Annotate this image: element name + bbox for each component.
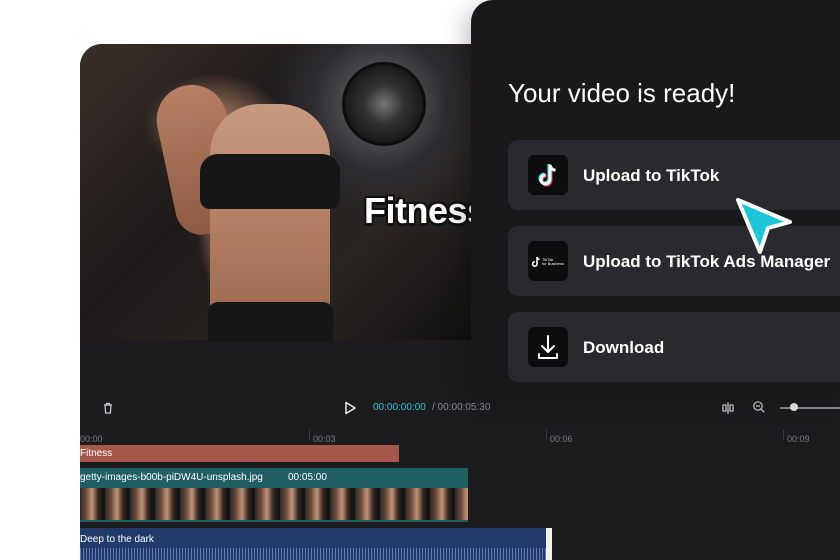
zoom-slider-handle[interactable] xyxy=(790,403,798,411)
ruler-tick xyxy=(546,430,547,440)
audio-waveform xyxy=(80,548,548,560)
panel-title: Your video is ready! xyxy=(508,78,736,108)
video-clip-filename: getty-images-b00b-piDW4U-unsplash.jpg xyxy=(80,472,263,483)
audio-clip-label: Deep to the dark xyxy=(80,534,154,545)
preview-image-top xyxy=(200,154,340,209)
total-time: / 00:00:05:30 xyxy=(432,402,491,413)
download-label: Download xyxy=(583,338,665,357)
tiktok-business-logo-text: TikTok for Business xyxy=(542,257,565,266)
timeline-toolbar: 00:00:00:00 / 00:00:05:30 xyxy=(80,386,840,430)
audio-track-clip[interactable]: Deep to the dark xyxy=(80,528,552,560)
download-icon xyxy=(528,327,568,367)
ruler-label: 00:06 xyxy=(550,434,573,444)
video-preview[interactable]: Fitness xyxy=(80,44,487,342)
zoom-out-icon[interactable] xyxy=(752,400,766,414)
preview-image-dumbbell xyxy=(342,62,426,146)
ruler-tick xyxy=(783,430,784,440)
tiktok-icon xyxy=(528,155,568,195)
split-icon[interactable] xyxy=(720,400,736,416)
ruler-label: 00:00 xyxy=(80,434,103,444)
ruler-tick xyxy=(309,430,310,440)
video-track-clip[interactable]: getty-images-b00b-piDW4U-unsplash.jpg 00… xyxy=(80,468,468,522)
mouse-pointer-icon xyxy=(736,198,792,254)
zoom-slider[interactable] xyxy=(780,407,840,409)
video-filmstrip xyxy=(80,488,468,520)
text-clip-label: Fitness xyxy=(80,448,113,459)
video-clip-duration: 00:05:00 xyxy=(288,472,327,483)
tiktok-business-icon: TikTok for Business xyxy=(528,241,568,281)
play-icon[interactable] xyxy=(342,400,358,416)
ruler-label: 00:03 xyxy=(313,434,336,444)
preview-image-torso xyxy=(210,104,330,324)
preview-caption[interactable]: Fitness xyxy=(364,190,487,232)
download-button[interactable]: Download xyxy=(508,312,840,382)
preview-image-shorts xyxy=(208,302,333,342)
audio-clip-trim-handle[interactable] xyxy=(546,528,552,560)
trash-icon[interactable] xyxy=(100,400,116,416)
upload-tiktok-label: Upload to TikTok xyxy=(583,166,720,185)
current-time: 00:00:00:00 xyxy=(373,402,426,413)
text-track-clip[interactable]: Fitness xyxy=(80,445,399,462)
ruler-label: 00:09 xyxy=(787,434,810,444)
